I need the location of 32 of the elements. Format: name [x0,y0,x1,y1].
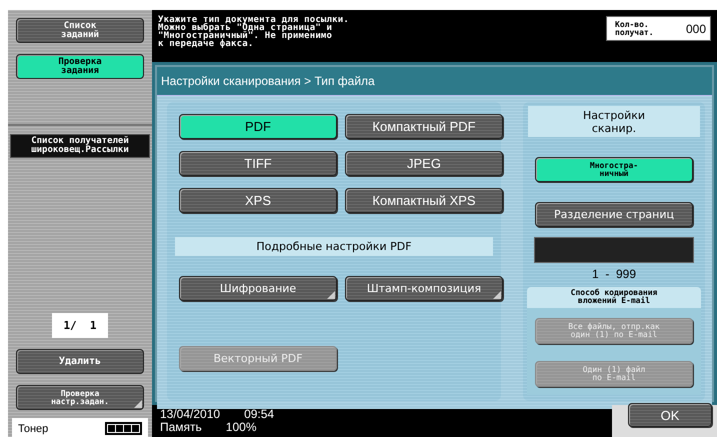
delete-button[interactable]: Удалить [16,349,144,374]
file-type-button[interactable]: XPS [179,188,337,213]
page-range-field[interactable] [534,237,694,263]
panel-title: Настройки сканирования > Тип файла [157,67,712,96]
multipage-button[interactable]: Многостра- ничный [535,157,693,182]
toner-label: Тонер [18,422,48,434]
toner-gauge-icon [105,422,142,435]
list-label: Список получателей широковещ.Рассылки [10,134,150,158]
instruction-message: Укажите тип документа для посылки. Можно выбрать "Одна страница" и "Многостраничный". Не применимо к передаче факса. [158,16,350,51]
file-type-button[interactable]: Компактный XPS [345,188,503,213]
ok-button[interactable]: OK [628,403,712,427]
date-text: 13/04/2010 [160,408,220,421]
sidebar-button[interactable]: Проверка задания [16,54,144,79]
file-type-button[interactable]: JPEG [345,151,503,176]
pdf-option-button[interactable]: Штамп-композиция [345,276,503,301]
recipient-count-label: Кол-во. получат. [615,20,654,36]
file-type-button[interactable]: Компактный PDF [345,114,503,139]
sidebar-button[interactable]: Список заданий [16,18,144,43]
pdf-option-button[interactable]: Шифрование [179,276,337,301]
file-type-button[interactable]: PDF [179,114,337,139]
file-type-button[interactable]: TIFF [179,151,337,176]
pdf-settings-header: Подробные настройки PDF [175,237,493,256]
scan-settings-header: Настройки сканир. [528,106,700,137]
page-split-button[interactable]: Разделение страниц [535,202,693,227]
memory-value: 100% [226,421,256,434]
memory-label: Память [160,421,202,434]
time-text: 09:54 [244,408,274,421]
page-range-label: 1 - 999 [592,267,636,281]
page-counter: 1/ 1 [52,313,108,338]
email-encoding-header: Способ кодирования вложений E-mail [570,289,658,305]
recipient-count-value: 000 [686,22,706,36]
check-settings-button[interactable]: Проверка настр.задан. [16,385,144,410]
